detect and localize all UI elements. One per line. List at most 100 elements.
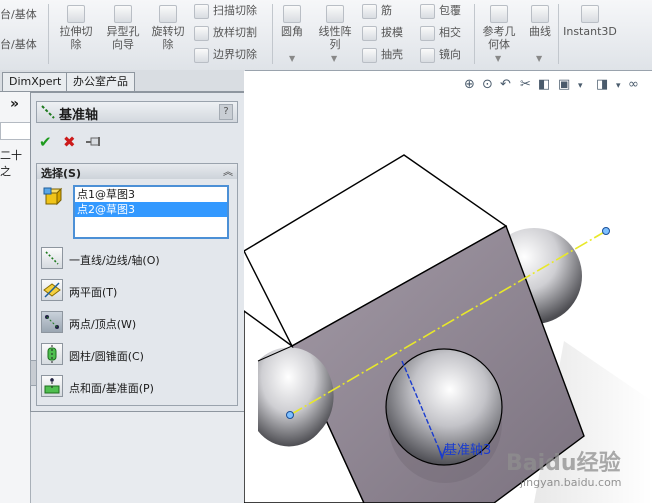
line-edge-axis-icon[interactable] <box>41 247 63 269</box>
revolved-cut-label: 旋转切 除 <box>151 25 185 51</box>
linear-pattern-button[interactable]: 线性阵 列 <box>312 5 358 51</box>
ok-checkmark-icon[interactable]: ✔ <box>39 133 52 151</box>
option-point-plane[interactable]: 点和面/基准面(P) <box>41 375 231 399</box>
list-item-selected[interactable]: 点2@草图3 <box>75 202 227 217</box>
point-plane-icon[interactable] <box>41 375 63 397</box>
collapse-chevron-icon[interactable]: ︽ <box>223 163 233 178</box>
extruded-cut-label: 拉伸切 除 <box>59 25 93 51</box>
wrap-item[interactable]: 包覆 <box>420 2 461 19</box>
shell-label: 抽壳 <box>381 48 403 61</box>
hole-wizard-icon <box>114 5 132 23</box>
reference-geometry-button[interactable]: 参考几 何体 <box>478 5 520 51</box>
axis-point-2[interactable] <box>602 227 610 235</box>
intersect-icon <box>420 25 435 41</box>
pushpin-icon[interactable] <box>85 135 105 149</box>
page-title: 基准轴 <box>59 108 99 123</box>
selection-list-box[interactable]: 点1@草图3 点2@草图3 <box>73 185 229 239</box>
reference-axis-icon <box>41 105 55 119</box>
list-item[interactable]: 点1@草图3 <box>75 187 227 202</box>
lofted-cut-label: 放样切割 <box>213 26 257 39</box>
lofted-cut-icon <box>194 25 209 41</box>
fillet-button[interactable]: 圆角 <box>276 5 308 38</box>
mirror-label: 镜向 <box>439 48 461 61</box>
rib-item[interactable]: 筋 <box>362 2 392 19</box>
draft-icon <box>362 25 377 41</box>
swept-cut-icon <box>194 3 209 19</box>
tree-filter-field[interactable] <box>0 122 31 140</box>
swept-cut-label: 扫描切除 <box>213 4 257 17</box>
extruded-boss-label[interactable]: 台/基体 <box>0 6 37 22</box>
revolved-boss-label[interactable]: 台/基体 <box>0 36 37 52</box>
revolved-cut-button[interactable]: 旋转切 除 <box>147 5 189 51</box>
option-two-planes-label: 两平面(T) <box>69 286 118 299</box>
fillet-icon <box>283 5 301 23</box>
option-cylinder-cone[interactable]: 圆柱/圆锥面(C) <box>41 343 231 367</box>
fillet-dropdown-icon[interactable]: ▼ <box>289 54 295 63</box>
rib-icon <box>362 3 377 19</box>
two-planes-icon[interactable] <box>41 279 63 301</box>
selections-group-header[interactable]: 选择(S) ︽ <box>36 163 238 180</box>
property-manager-title-bar: 基准轴 ? <box>36 101 238 123</box>
option-two-points[interactable]: 两点/顶点(W) <box>41 311 231 335</box>
curves-icon <box>531 5 549 23</box>
shell-icon <box>362 47 377 63</box>
watermark-text: Baidu经验 <box>506 451 621 476</box>
two-points-icon[interactable] <box>41 311 63 333</box>
linear-pattern-label: 线性阵 列 <box>318 25 352 51</box>
draft-item[interactable]: 拔模 <box>362 24 403 41</box>
property-manager-panel: 基准轴 ? ✔ ✖ 选择(S) ︽ 点1@草图3 点2@草图3 一直线/边线/轴… <box>30 92 246 412</box>
option-two-planes[interactable]: 两平面(T) <box>41 279 231 303</box>
datum-axis-label[interactable]: 基准轴3 <box>444 439 491 458</box>
panel-splitter-handle[interactable] <box>30 360 37 386</box>
command-manager-toolbar: 台/基体 台/基体 拉伸切 除 异型孔 向导 旋转切 除 扫描切除 放样切割 边… <box>0 0 652 71</box>
fillet-label: 圆角 <box>281 25 303 38</box>
graphics-viewport[interactable]: ⊕ ⊙ ↶ ✂ ◧ ▣ ▾ ◨ ▾ ∞ 基准轴3 Baidu经验 jingyan… <box>244 71 652 503</box>
lofted-cut-item[interactable]: 放样切割 <box>194 24 257 41</box>
expand-arrow-icon[interactable]: » <box>10 96 19 112</box>
selected-entities-icon <box>43 187 63 206</box>
selections-group-body: 点1@草图3 点2@草图3 一直线/边线/轴(O) 两平面(T) 两点/顶点(W… <box>36 179 238 406</box>
hole-wizard-button[interactable]: 异型孔 向导 <box>101 5 145 51</box>
tree-partial-label: 二十之 <box>0 149 22 178</box>
pattern-dropdown-icon[interactable]: ▼ <box>331 54 337 63</box>
mirror-item[interactable]: 镜向 <box>420 46 461 63</box>
option-line-edge-axis[interactable]: 一直线/边线/轴(O) <box>41 247 231 271</box>
linear-pattern-icon <box>326 5 344 23</box>
shell-item[interactable]: 抽壳 <box>362 46 403 63</box>
reference-geometry-icon <box>490 5 508 23</box>
command-tabs: DimXpert 办公室产品 <box>0 70 245 92</box>
swept-cut-item[interactable]: 扫描切除 <box>194 2 257 19</box>
tab-office-products[interactable]: 办公室产品 <box>66 72 135 91</box>
option-cylinder-cone-label: 圆柱/圆锥面(C) <box>69 350 144 363</box>
cylinder-cone-icon[interactable] <box>41 343 63 365</box>
help-button[interactable]: ? <box>219 104 233 120</box>
mirror-icon <box>420 47 435 63</box>
boundary-cut-label: 边界切除 <box>213 48 257 61</box>
wrap-label: 包覆 <box>439 4 461 17</box>
curves-label: 曲线 <box>529 25 551 38</box>
boundary-cut-item[interactable]: 边界切除 <box>194 46 257 63</box>
intersect-item[interactable]: 相交 <box>420 24 461 41</box>
cancel-x-icon[interactable]: ✖ <box>63 133 76 151</box>
hole-wizard-label: 异型孔 向导 <box>106 25 140 51</box>
revolved-cut-icon <box>159 5 177 23</box>
instant3d-label: Instant3D <box>563 25 617 38</box>
instant3d-button[interactable]: Instant3D <box>560 5 620 38</box>
reference-geometry-label: 参考几 何体 <box>482 25 516 51</box>
extruded-cut-icon <box>67 5 85 23</box>
curves-dropdown-icon[interactable]: ▼ <box>536 54 542 63</box>
wrap-icon <box>420 3 435 19</box>
rib-label: 筋 <box>381 4 392 17</box>
ref-geom-dropdown-icon[interactable]: ▼ <box>495 54 501 63</box>
draft-label: 拔模 <box>381 26 403 39</box>
curves-button[interactable]: 曲线 <box>524 5 556 38</box>
option-point-plane-label: 点和面/基准面(P) <box>69 382 154 395</box>
boundary-cut-icon <box>194 47 209 63</box>
watermark-url: jingyan.baidu.com <box>520 476 622 489</box>
extruded-cut-button[interactable]: 拉伸切 除 <box>54 5 98 51</box>
tab-dimxpert[interactable]: DimXpert <box>2 72 69 91</box>
axis-point-1[interactable] <box>286 411 294 419</box>
instant3d-icon <box>581 5 599 23</box>
feature-tree-strip: » 二十之 <box>0 92 31 503</box>
option-line-edge-axis-label: 一直线/边线/轴(O) <box>69 254 160 267</box>
